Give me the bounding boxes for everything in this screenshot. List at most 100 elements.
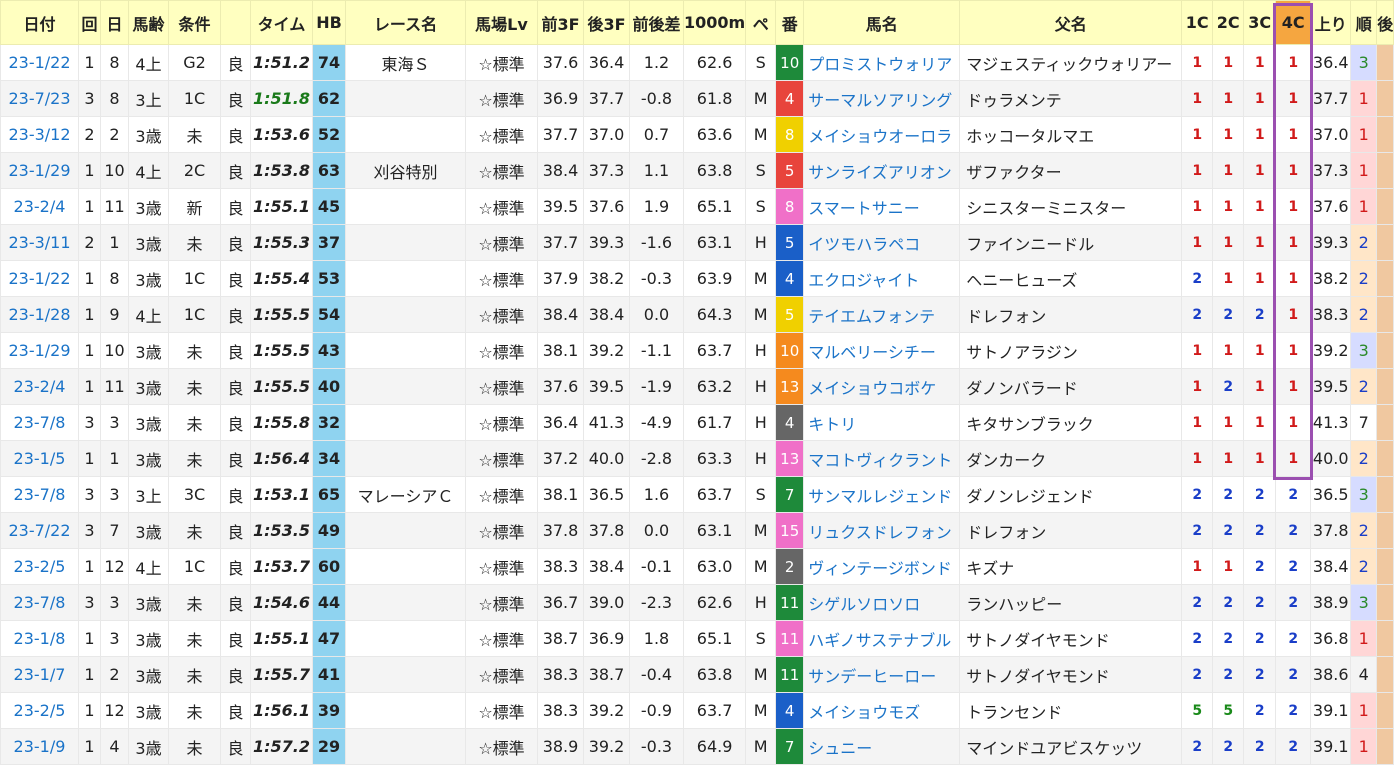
horse-name-link[interactable]: シュニー [803,728,961,765]
table-row[interactable]: 23-1/7 1 2 3歳未良 1:55.7 41 ☆標準 38.3 38.7 -0.4 63.8 M… [0,656,1395,693]
column-header-7[interactable]: HB [312,0,346,45]
race-date-link-text[interactable]: 23-7/23 [8,89,70,108]
race-date-link-text[interactable]: 23-1/28 [8,305,70,324]
race-date-link[interactable]: 23-1/28 [0,296,79,333]
race-date-link[interactable]: 23-2/5 [0,692,79,729]
race-date-link-text[interactable]: 23-7/8 [14,593,66,612]
column-header-9[interactable]: 馬場Lv [465,0,538,45]
table-row[interactable]: 23-3/12 2 2 3歳未良 1:53.6 52 ☆標準 37.7 37.0 0.7 63.6 M… [0,116,1395,153]
race-date-link[interactable]: 23-7/8 [0,476,79,513]
horse-name-link[interactable]: メイショウオーロラ [803,116,961,153]
column-header-6[interactable]: タイム [250,0,313,45]
column-header-2[interactable]: 日 [100,0,129,45]
horse-name-link[interactable]: サーマルソアリング [803,80,961,117]
race-date-link[interactable]: 23-1/9 [0,728,79,765]
table-row[interactable]: 23-2/5 1 12 4上 1C 良 1:53.7 60 ☆標準 38.3 38.4 -0.1 63.… [0,548,1395,585]
horse-name-link[interactable]: ヴィンテージボンド [803,548,961,585]
race-date-link-text[interactable]: 23-7/8 [14,485,66,504]
horse-name-link-text[interactable]: キトリ [808,415,856,434]
race-date-link-text[interactable]: 23-2/5 [14,701,66,720]
table-row[interactable]: 23-1/29 1 10 3歳未良 1:55.5 43 ☆標準 38.1 39.2 -1.1 63.… [0,332,1395,369]
column-header-14[interactable]: ペ [745,0,777,45]
race-date-link[interactable]: 23-3/12 [0,116,79,153]
race-date-link[interactable]: 23-7/22 [0,512,79,549]
horse-name-link[interactable]: ハギノサステナブル [803,620,961,657]
horse-name-link-text[interactable]: リュクスドレフォン [808,523,952,542]
table-row[interactable]: 23-1/28 1 9 4上 1C 良 1:55.5 54 ☆標準 38.4 38.4 0.0 64.3… [0,296,1395,333]
column-header-17[interactable]: 父名 [959,0,1183,45]
table-row[interactable]: 23-1/5 1 1 3歳未良 1:56.4 34 ☆標準 37.2 40.0 -2.8 63.3 H… [0,440,1395,477]
horse-name-link[interactable]: スマートサニー [803,188,961,225]
horse-name-link[interactable]: マルベリーシチー [803,332,961,369]
horse-name-link[interactable]: リュクスドレフォン [803,512,961,549]
race-date-link-text[interactable]: 23-2/4 [14,197,66,216]
race-date-link[interactable]: 23-1/5 [0,440,79,477]
horse-name-link[interactable]: サンデーヒーロー [803,656,961,693]
race-date-link[interactable]: 23-2/4 [0,188,79,225]
table-row[interactable]: 23-7/8 3 3 3歳未良 1:55.8 32 ☆標準 36.4 41.3 -4.9 61.7 H… [0,404,1395,441]
horse-name-link[interactable]: エクロジャイト [803,260,961,297]
table-row[interactable]: 23-1/29 1 10 4上 2C 良 1:53.8 63 刈谷特別 ☆標準 38.4 37.3 1.… [0,152,1395,189]
race-date-link-text[interactable]: 23-1/29 [8,161,70,180]
race-date-link[interactable]: 23-1/8 [0,620,79,657]
horse-name-link-text[interactable]: サーマルソアリング [808,91,952,110]
horse-name-link-text[interactable]: プロミストウォリア [808,55,952,74]
race-date-link[interactable]: 23-1/7 [0,656,79,693]
horse-name-link-text[interactable]: ヴィンテージボンド [808,559,952,578]
column-header-20[interactable]: 3C [1243,0,1277,45]
column-header-1[interactable]: 回 [78,0,101,45]
race-date-link[interactable]: 23-2/4 [0,368,79,405]
race-date-link-text[interactable]: 23-2/4 [14,377,66,396]
table-row[interactable]: 23-3/11 2 1 3歳未良 1:55.3 37 ☆標準 37.7 39.3 -1.6 63.1… [0,224,1395,261]
horse-name-link-text[interactable]: マルベリーシチー [808,343,936,362]
horse-name-link[interactable]: キトリ [803,404,961,441]
column-header-16[interactable]: 馬名 [803,0,961,45]
horse-name-link[interactable]: プロミストウォリア [803,44,961,81]
column-header-0[interactable]: 日付 [0,0,79,45]
race-date-link-text[interactable]: 23-1/9 [14,737,66,756]
race-date-link[interactable]: 23-1/22 [0,44,79,81]
horse-name-link-text[interactable]: エクロジャイト [808,271,919,290]
column-header-11[interactable]: 後3F [583,0,630,45]
table-row[interactable]: 23-7/22 3 7 3歳未良 1:53.5 49 ☆標準 37.8 37.8 0.0 63.1 M… [0,512,1395,549]
column-header-12[interactable]: 前後差 [629,0,684,45]
table-row[interactable]: 23-1/9 1 4 3歳未良 1:57.2 29 ☆標準 38.9 39.2 -0.3 64.9 M… [0,728,1395,765]
horse-name-link-text[interactable]: メイショウオーロラ [808,127,952,146]
race-date-link[interactable]: 23-7/8 [0,584,79,621]
table-row[interactable]: 23-2/5 1 12 3歳未良 1:56.1 39 ☆標準 38.3 39.2 -0.9 63.7… [0,692,1395,729]
horse-name-link-text[interactable]: スマートサニー [808,199,920,218]
race-date-link-text[interactable]: 23-1/22 [8,53,70,72]
horse-name-link-text[interactable]: メイショウモズ [808,703,920,722]
horse-name-link[interactable]: テイエムフォンテ [803,296,961,333]
race-date-link-text[interactable]: 23-1/7 [14,665,66,684]
race-date-link-text[interactable]: 23-7/22 [8,521,70,540]
column-header-8[interactable]: レース名 [345,0,466,45]
race-date-link[interactable]: 23-1/29 [0,332,79,369]
race-date-link[interactable]: 23-1/22 [0,260,79,297]
table-row[interactable]: 23-7/8 3 3 3上 3C 良 1:53.1 65 マレーシアＣ ☆標準 38.1 36.5 1.… [0,476,1395,513]
horse-name-link-text[interactable]: シゲルソロソロ [808,595,920,614]
race-date-link-text[interactable]: 23-1/22 [8,269,70,288]
horse-name-link[interactable]: イツモハラペコ [803,224,961,261]
column-header-3[interactable]: 馬齢 [128,0,169,45]
column-header-22[interactable]: 上り [1310,0,1352,45]
race-date-link-text[interactable]: 23-7/8 [14,413,66,432]
horse-name-link[interactable]: サンマルレジェンド [803,476,961,513]
table-row[interactable]: 23-2/4 1 11 3歳未良 1:55.5 40 ☆標準 37.6 39.5 -1.9 63.2… [0,368,1395,405]
horse-name-link-text[interactable]: サンマルレジェンド [808,487,952,506]
horse-name-link-text[interactable]: ハギノサステナブル [808,631,951,650]
column-header-10[interactable]: 前3F [537,0,584,45]
horse-name-link[interactable]: シゲルソロソロ [803,584,961,621]
column-header-15[interactable]: 番 [775,0,805,45]
column-header-13[interactable]: 1000m [682,0,747,45]
horse-name-link[interactable]: メイショウコボケ [803,368,961,405]
table-row[interactable]: 23-2/4 1 11 3歳新良 1:55.1 45 ☆標準 39.5 37.6 1.9 65.1 S… [0,188,1395,225]
race-date-link-text[interactable]: 23-1/8 [14,629,66,648]
race-date-link-text[interactable]: 23-3/12 [8,125,70,144]
race-date-link-text[interactable]: 23-1/29 [8,341,70,360]
race-date-link[interactable]: 23-3/11 [0,224,79,261]
race-date-link-text[interactable]: 23-2/5 [14,557,66,576]
column-header-18[interactable]: 1C [1181,0,1214,45]
column-header-21[interactable]: 4C [1275,0,1312,45]
table-row[interactable]: 23-1/22 1 8 3歳 1C 良 1:55.4 53 ☆標準 37.9 38.2 -0.3 63.… [0,260,1395,297]
